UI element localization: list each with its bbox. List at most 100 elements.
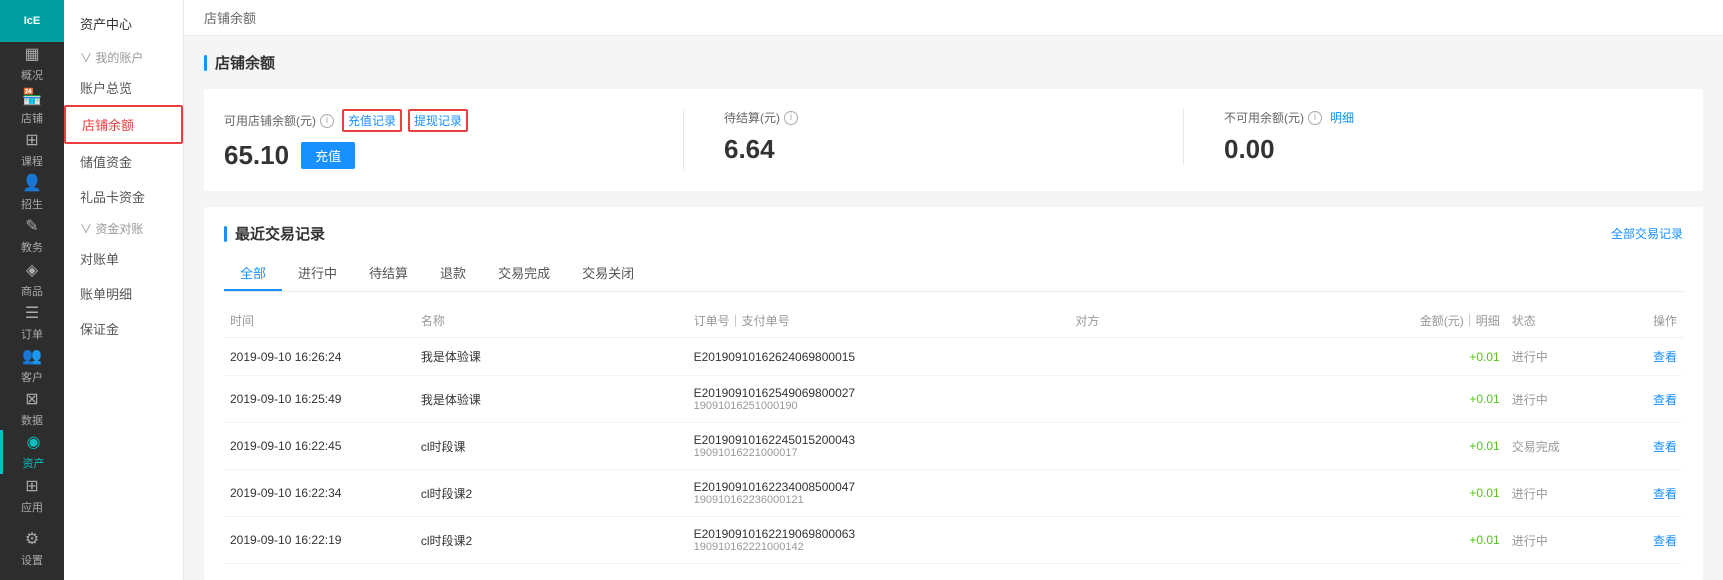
sidebar-item-overview[interactable]: ▦ 概况 [0, 42, 64, 85]
pending-info-icon[interactable]: i [784, 111, 798, 125]
sidebar-item-asset[interactable]: ◉ 资产 [0, 430, 64, 473]
available-balance-amount: 65.10 充值 [224, 140, 663, 171]
view-action-link[interactable]: 查看 [1653, 440, 1677, 454]
second-nav-item-stored-funds[interactable]: 储值资金 [64, 144, 183, 179]
unavailable-balance-label: 不可用余额(元) i 明细 [1224, 109, 1663, 126]
cell-action: 查看 [1601, 338, 1683, 376]
apps-icon: ⊞ [25, 476, 38, 496]
cell-status: 交易完成 [1506, 423, 1601, 470]
tab-closed[interactable]: 交易关闭 [566, 256, 650, 291]
teacher-icon: ✎ [25, 216, 38, 236]
view-action-link[interactable]: 查看 [1653, 487, 1677, 501]
sidebar-item-settings[interactable]: ⚙ 设置 [0, 527, 64, 570]
payment-id: 190910162221000142 [694, 541, 1064, 553]
sidebar-item-course[interactable]: ⊞ 课程 [0, 128, 64, 171]
all-records-link[interactable]: 全部交易记录 [1611, 225, 1683, 242]
cell-status: 进行中 [1506, 338, 1601, 376]
cell-order: E20190910162245015200043 190910162210000… [688, 423, 1070, 470]
unavailable-info-icon[interactable]: i [1308, 111, 1322, 125]
customer-icon: 👥 [22, 346, 42, 366]
second-nav-item-account-overview[interactable]: 账户总览 [64, 70, 183, 105]
withdraw-record-link[interactable]: 提现记录 [408, 109, 468, 132]
store-balance-title: 店铺余额 [204, 52, 1703, 73]
amount-value: +0.01 [1469, 533, 1499, 547]
tab-complete[interactable]: 交易完成 [482, 256, 566, 291]
cell-party [1069, 423, 1342, 470]
col-header-status: 状态 [1506, 304, 1601, 338]
cell-party [1069, 470, 1342, 517]
table-row: 2019-09-10 16:25:49 我是体验课 E2019091016254… [224, 376, 1683, 423]
col-header-action: 操作 [1601, 304, 1683, 338]
cell-time: 2019-09-10 16:22:34 [224, 470, 415, 517]
second-nav: 资产中心 ∨ 我的账户 账户总览 店铺余额 储值资金 礼品卡资金 ∨ 资金对账 … [64, 0, 184, 580]
tab-pending[interactable]: 待结算 [353, 256, 424, 291]
pending-balance-label: 待结算(元) i [724, 109, 1163, 126]
product-icon: ◈ [26, 260, 38, 280]
unavailable-balance-card: 不可用余额(元) i 明细 0.00 [1184, 109, 1683, 165]
sidebar: IcE ▦ 概况 🏪 店铺 ⊞ 课程 👤 招生 ✎ 教务 ◈ 商品 ☰ 订单 👥… [0, 0, 64, 580]
store-icon: 🏪 [22, 87, 42, 107]
recharge-record-link[interactable]: 充值记录 [342, 109, 402, 132]
cell-amount: +0.01 [1342, 338, 1506, 376]
status-badge: 进行中 [1512, 534, 1548, 548]
data-icon: ⊠ [25, 389, 38, 409]
cell-name: cl时段课 [415, 423, 688, 470]
cell-order: E20190910162219069800063 190910162221000… [688, 517, 1070, 564]
sidebar-item-customer[interactable]: 👥 客户 [0, 344, 64, 387]
cell-party [1069, 376, 1342, 423]
sidebar-item-data[interactable]: ⊠ 数据 [0, 387, 64, 430]
tab-bar: 全部 进行中 待结算 退款 交易完成 交易关闭 [224, 256, 1683, 292]
cell-amount: +0.01 [1342, 470, 1506, 517]
cell-time: 2019-09-10 16:22:45 [224, 423, 415, 470]
breadcrumb: 店铺余额 [184, 0, 1723, 36]
transactions-header: 最近交易记录 全部交易记录 [224, 223, 1683, 244]
transaction-table: 时间 名称 订单号｜支付单号 对方 金额(元)｜明细 状态 操作 2019-09… [224, 304, 1683, 564]
sidebar-item-recruit[interactable]: 👤 招生 [0, 171, 64, 214]
cell-action: 查看 [1601, 423, 1683, 470]
sidebar-logo: IcE [0, 0, 64, 42]
sidebar-item-apps[interactable]: ⊞ 应用 [0, 474, 64, 517]
sidebar-item-product[interactable]: ◈ 商品 [0, 258, 64, 301]
main-content: 店铺余额 店铺余额 可用店铺余额(元) i 充值记录 提现记录 65.10 充值 [184, 0, 1723, 580]
recharge-button[interactable]: 充值 [301, 142, 355, 169]
cell-order: E20190910162234008500047 190910162236000… [688, 470, 1070, 517]
payment-id: 190910162236000121 [694, 494, 1064, 506]
content-area: 店铺余额 可用店铺余额(元) i 充值记录 提现记录 65.10 充值 [184, 36, 1723, 580]
second-nav-item-deposit[interactable]: 保证金 [64, 311, 183, 346]
cell-status: 进行中 [1506, 470, 1601, 517]
second-nav-item-account-detail[interactable]: 账单明细 [64, 276, 183, 311]
transactions-section: 最近交易记录 全部交易记录 全部 进行中 待结算 退款 交易完成 交易关闭 时间 [204, 207, 1703, 580]
view-action-link[interactable]: 查看 [1653, 393, 1677, 407]
available-info-icon[interactable]: i [320, 114, 334, 128]
transactions-title: 最近交易记录 [224, 223, 325, 244]
col-header-order: 订单号｜支付单号 [688, 304, 1070, 338]
col-header-time: 时间 [224, 304, 415, 338]
cell-time: 2019-09-10 16:26:24 [224, 338, 415, 376]
sidebar-item-teacher[interactable]: ✎ 教务 [0, 214, 64, 257]
amount-value: +0.01 [1469, 486, 1499, 500]
tab-all[interactable]: 全部 [224, 256, 282, 291]
available-balance-label: 可用店铺余额(元) i 充值记录 提现记录 [224, 109, 663, 132]
table-row: 2019-09-10 16:22:34 cl时段课2 E201909101622… [224, 470, 1683, 517]
second-nav-item-store-balance[interactable]: 店铺余额 [64, 105, 183, 144]
cell-time: 2019-09-10 16:25:49 [224, 376, 415, 423]
second-nav-item-reconcile[interactable]: 对账单 [64, 241, 183, 276]
settings-icon: ⚙ [25, 529, 39, 549]
status-badge: 交易完成 [1512, 440, 1560, 454]
sidebar-item-order[interactable]: ☰ 订单 [0, 301, 64, 344]
cell-status: 进行中 [1506, 517, 1601, 564]
second-nav-group-my-account-title: ∨ 我的账户 [64, 43, 183, 70]
second-nav-item-gift-card[interactable]: 礼品卡资金 [64, 179, 183, 214]
tab-refund[interactable]: 退款 [424, 256, 482, 291]
order-id: E20190910162624069800015 [694, 350, 1064, 364]
order-id: E20190910162549069800027 [694, 386, 1064, 400]
view-action-link[interactable]: 查看 [1653, 534, 1677, 548]
unavailable-detail-link[interactable]: 明细 [1330, 109, 1354, 126]
sidebar-item-store[interactable]: 🏪 店铺 [0, 85, 64, 128]
cell-amount: +0.01 [1342, 423, 1506, 470]
col-header-amount: 金额(元)｜明细 [1342, 304, 1506, 338]
view-action-link[interactable]: 查看 [1653, 350, 1677, 364]
status-badge: 进行中 [1512, 393, 1548, 407]
tab-in-progress[interactable]: 进行中 [282, 256, 353, 291]
status-badge: 进行中 [1512, 487, 1548, 501]
